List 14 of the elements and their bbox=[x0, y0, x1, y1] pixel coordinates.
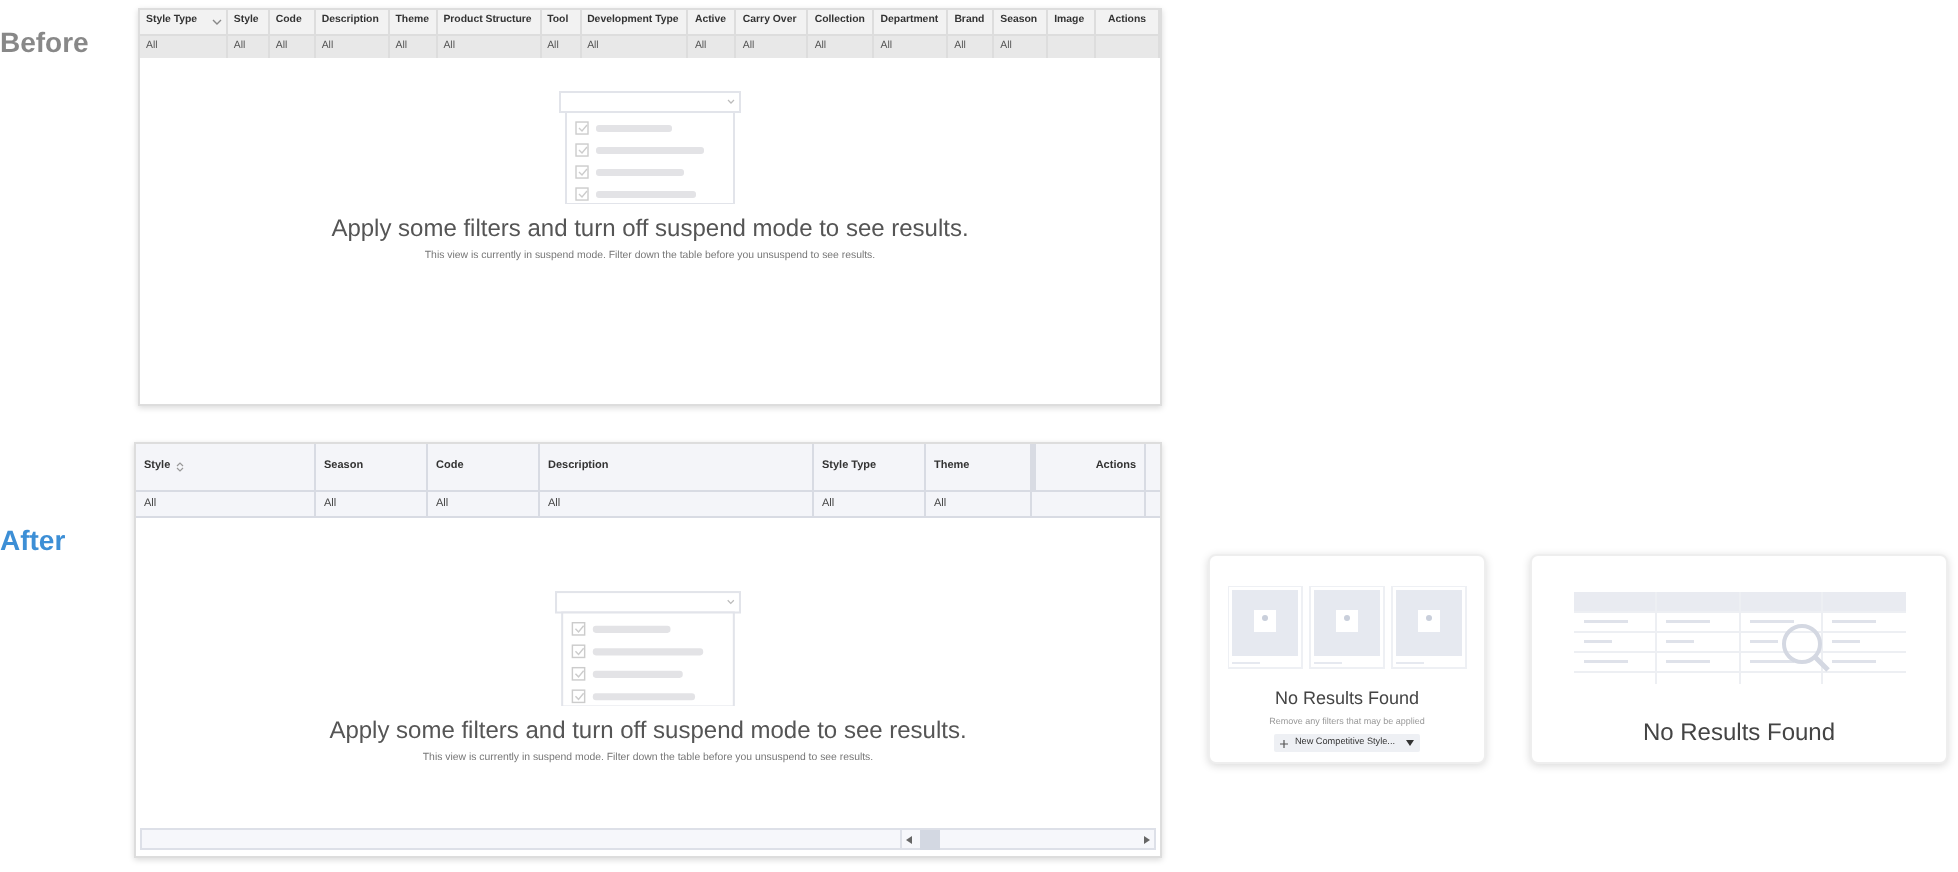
card-title: No Results Found bbox=[1274, 686, 1420, 712]
horizontal-scrollbar[interactable] bbox=[140, 828, 1156, 850]
plus-icon bbox=[1280, 739, 1289, 748]
empty-state-title: Apply some filters and turn off suspend mode to see results. bbox=[329, 714, 967, 749]
caret-down-icon bbox=[1405, 740, 1414, 747]
after-label: After bbox=[0, 524, 66, 556]
scroll-right-icon[interactable] bbox=[1144, 835, 1150, 843]
scrollbar-thumb[interactable] bbox=[920, 829, 940, 849]
caret-down-icon bbox=[211, 18, 222, 26]
card-title: No Results Found bbox=[1642, 716, 1836, 750]
sort-icon bbox=[176, 462, 185, 472]
empty-state-title: Apply some filters and turn off suspend mode to see results. bbox=[331, 212, 969, 247]
scroll-left-icon[interactable] bbox=[906, 835, 912, 843]
before-label: Before bbox=[0, 26, 89, 58]
